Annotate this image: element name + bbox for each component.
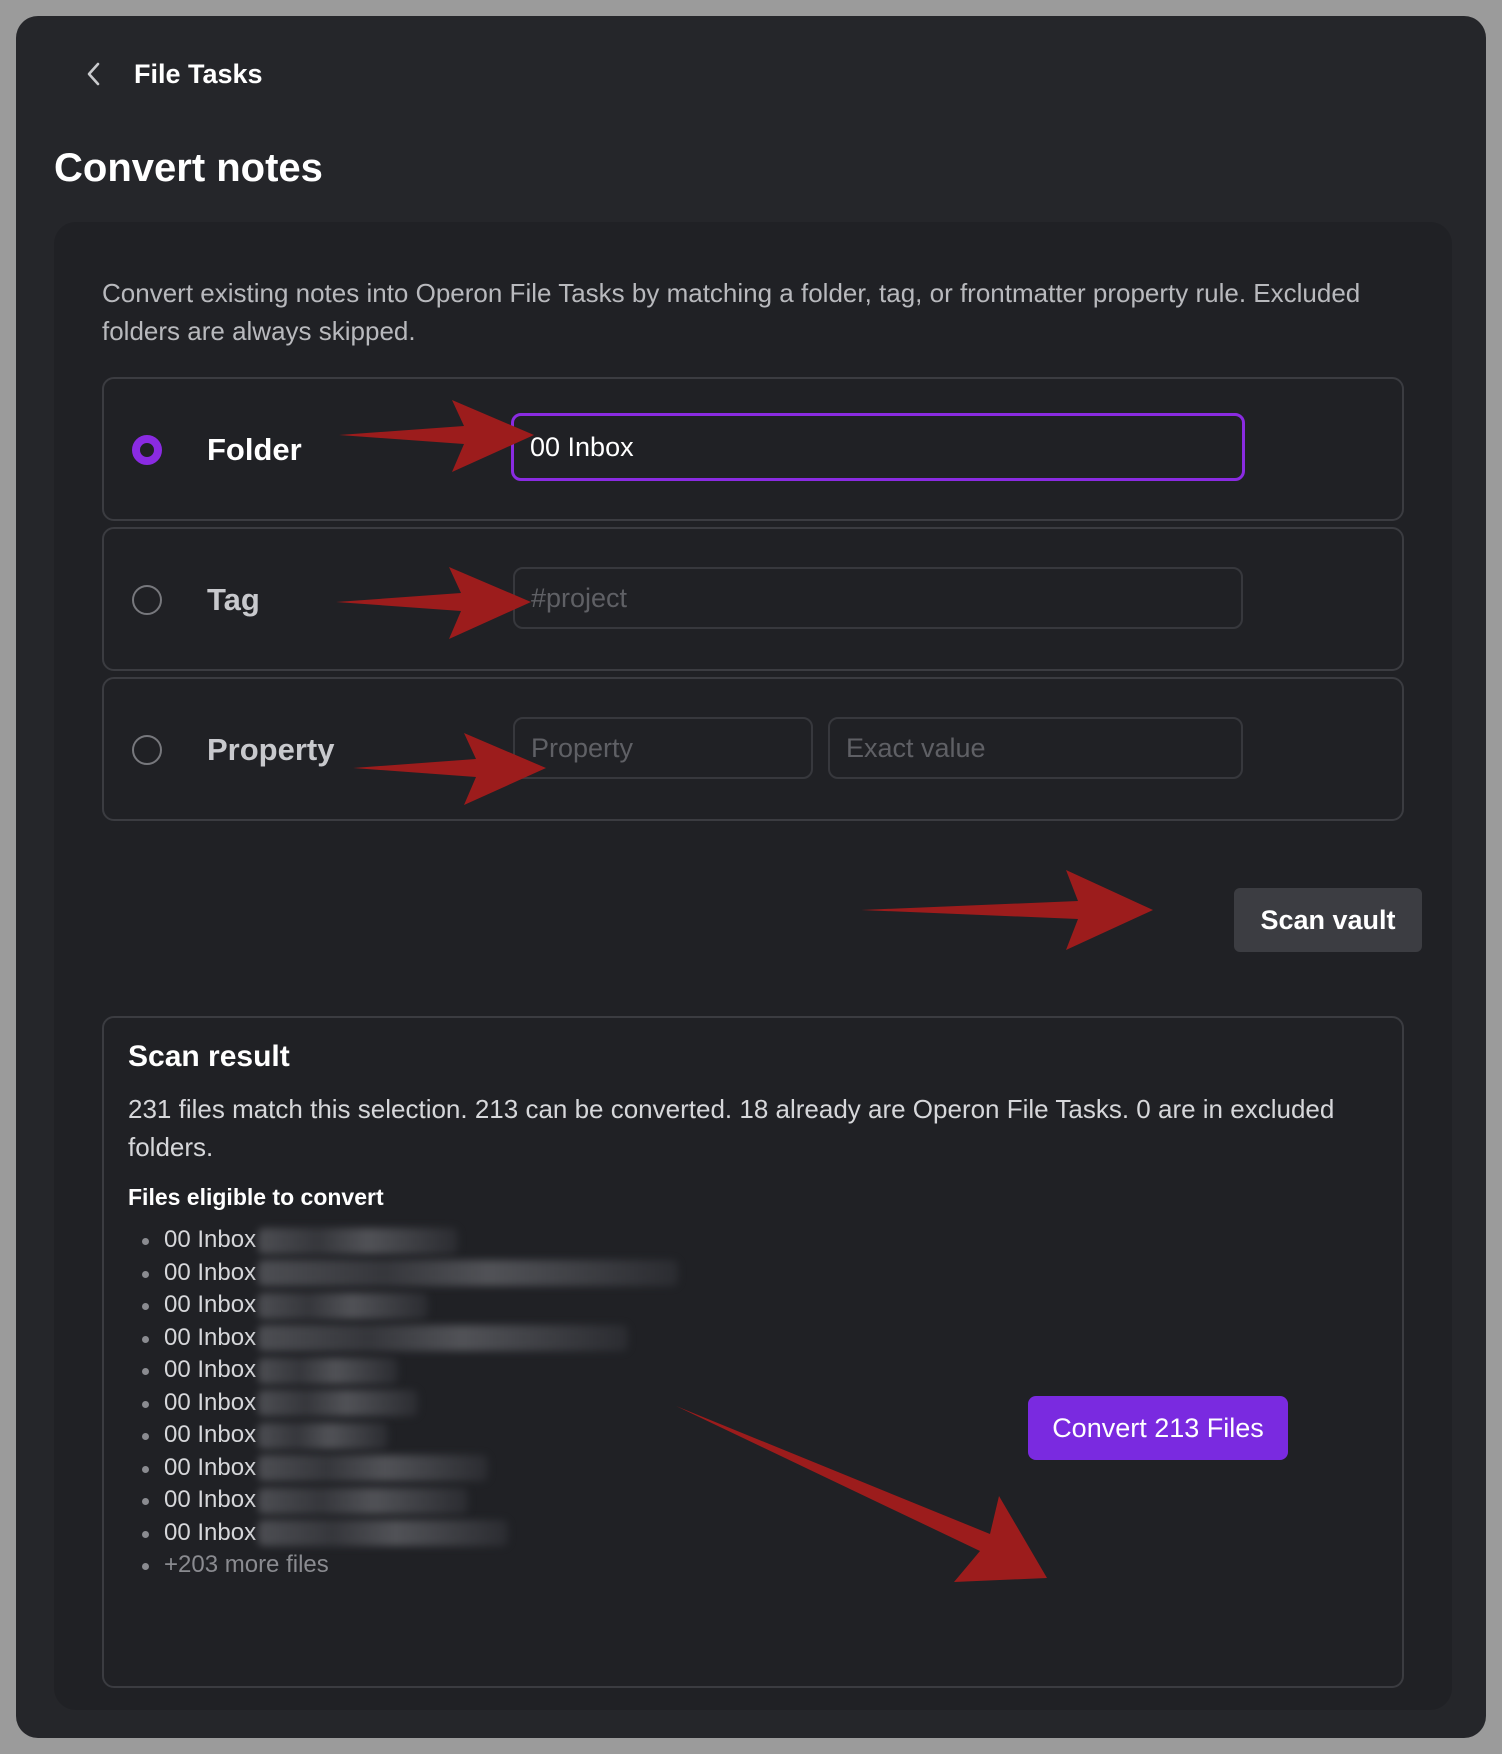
annotation-arrow-folder (339, 400, 534, 472)
annotation-overlay (336, 400, 1153, 1582)
annotation-arrow-convert (676, 1406, 1047, 1582)
annotation-arrow-property (353, 733, 546, 805)
annotation-arrow-tag (336, 567, 531, 639)
annotation-arrow-scan (861, 870, 1153, 950)
settings-window: File Tasks Convert notes Convert existin… (16, 16, 1486, 1738)
